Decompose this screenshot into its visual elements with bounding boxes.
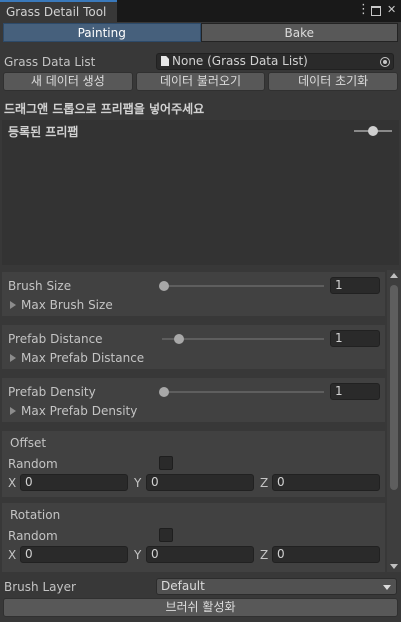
new-data-button[interactable]: 새 데이터 생성 xyxy=(3,72,133,91)
rotation-y-label: Y xyxy=(134,548,142,562)
document-icon xyxy=(161,56,169,66)
brush-size-slider-knob[interactable] xyxy=(159,281,169,291)
brush-layer-dropdown[interactable]: Default xyxy=(156,578,397,595)
rotation-x-field[interactable]: 0 xyxy=(20,546,128,563)
maximize-icon[interactable] xyxy=(371,6,381,16)
slider-knob[interactable] xyxy=(368,126,378,136)
offset-z-field[interactable]: 0 xyxy=(272,474,380,491)
rotation-group: Rotation Random X 0 Y 0 Z 0 xyxy=(2,503,385,572)
offset-random-label: Random xyxy=(8,457,58,471)
painting-tab[interactable]: Painting xyxy=(3,23,201,42)
rotation-y-field[interactable]: 0 xyxy=(146,546,254,563)
prefab-drop-area[interactable] xyxy=(2,120,399,265)
bake-tab[interactable]: Bake xyxy=(200,23,398,42)
foldout-arrow-icon xyxy=(10,407,16,415)
foldout-arrow-icon xyxy=(10,354,16,362)
vertical-scrollbar[interactable] xyxy=(387,270,401,572)
max-prefab-distance-label: Max Prefab Distance xyxy=(21,351,145,365)
prefab-distance-slider-knob[interactable] xyxy=(174,334,184,344)
rotation-z-field[interactable]: 0 xyxy=(272,546,380,563)
max-brush-size-foldout[interactable]: Max Brush Size xyxy=(10,298,113,312)
mode-toolbar: Painting Bake xyxy=(3,23,398,42)
grass-data-list-label: Grass Data List xyxy=(4,55,96,69)
brush-layer-value: Default xyxy=(161,579,205,593)
max-prefab-density-label: Max Prefab Density xyxy=(21,404,138,418)
data-button-row: 새 데이터 생성 데이터 불러오기 데이터 초기화 xyxy=(3,72,399,91)
brush-layer-label: Brush Layer xyxy=(4,580,76,594)
object-picker-icon[interactable] xyxy=(380,57,390,67)
rotation-random-checkbox[interactable] xyxy=(159,528,173,542)
window-controls xyxy=(355,2,397,19)
settings-scroll-area: Brush Size 1 Max Brush Size Prefab Dista… xyxy=(0,270,401,572)
kebab-menu-icon[interactable] xyxy=(355,2,370,17)
window-titlebar: Grass Detail Tool xyxy=(0,0,401,22)
brush-size-field[interactable]: 1 xyxy=(330,277,380,294)
rotation-z-label: Z xyxy=(260,548,269,562)
load-data-button[interactable]: 데이터 불러오기 xyxy=(135,72,266,91)
prefab-density-group: Prefab Density 1 Max Prefab Density xyxy=(2,378,385,422)
window-title: Grass Detail Tool xyxy=(6,5,107,19)
max-prefab-density-foldout[interactable]: Max Prefab Density xyxy=(10,404,137,418)
scroll-down-icon[interactable] xyxy=(390,564,398,569)
grass-data-list-field[interactable]: None (Grass Data List) xyxy=(156,53,394,70)
scrollbar-thumb[interactable] xyxy=(390,285,398,490)
grass-data-list-value: None (Grass Data List) xyxy=(172,54,308,68)
reset-data-button[interactable]: 데이터 초기화 xyxy=(268,72,399,91)
prefab-distance-label: Prefab Distance xyxy=(8,332,103,346)
activate-brush-button[interactable]: 브러쉬 활성화 xyxy=(3,598,398,617)
offset-x-field[interactable]: 0 xyxy=(20,474,128,491)
registered-prefab-label: 등록된 프리팹 xyxy=(8,125,79,139)
prefab-distance-slider[interactable] xyxy=(162,338,324,340)
max-brush-size-label: Max Brush Size xyxy=(21,298,113,312)
prefab-distance-group: Prefab Distance 1 Max Prefab Distance xyxy=(2,325,385,369)
chevron-down-icon xyxy=(383,585,391,590)
rotation-title: Rotation xyxy=(10,508,61,522)
prefab-density-field[interactable]: 1 xyxy=(330,383,380,400)
brush-size-label: Brush Size xyxy=(8,279,72,293)
rotation-random-label: Random xyxy=(8,529,58,543)
prefab-density-label: Prefab Density xyxy=(8,385,96,399)
brush-size-slider[interactable] xyxy=(162,285,324,287)
offset-x-label: X xyxy=(8,476,17,490)
scroll-up-icon[interactable] xyxy=(390,273,398,278)
brush-size-group: Brush Size 1 Max Brush Size xyxy=(2,272,385,316)
offset-y-label: Y xyxy=(134,476,142,490)
prefab-distance-field[interactable]: 1 xyxy=(330,330,380,347)
drop-instruction: 드래그앤 드롭으로 프리팹을 넣어주세요 xyxy=(4,102,205,116)
offset-group: Offset Random X 0 Y 0 Z 0 xyxy=(2,431,385,497)
max-prefab-distance-foldout[interactable]: Max Prefab Distance xyxy=(10,351,144,365)
prefab-preview-size-slider[interactable] xyxy=(354,126,392,136)
offset-z-label: Z xyxy=(260,476,269,490)
offset-title: Offset xyxy=(10,436,47,450)
offset-random-checkbox[interactable] xyxy=(159,456,173,470)
prefab-density-slider-knob[interactable] xyxy=(159,387,169,397)
rotation-x-label: X xyxy=(8,548,17,562)
window-tab[interactable]: Grass Detail Tool xyxy=(0,0,117,22)
prefab-density-slider[interactable] xyxy=(162,391,324,393)
offset-y-field[interactable]: 0 xyxy=(146,474,254,491)
foldout-arrow-icon xyxy=(10,301,16,309)
close-icon[interactable] xyxy=(387,3,397,16)
